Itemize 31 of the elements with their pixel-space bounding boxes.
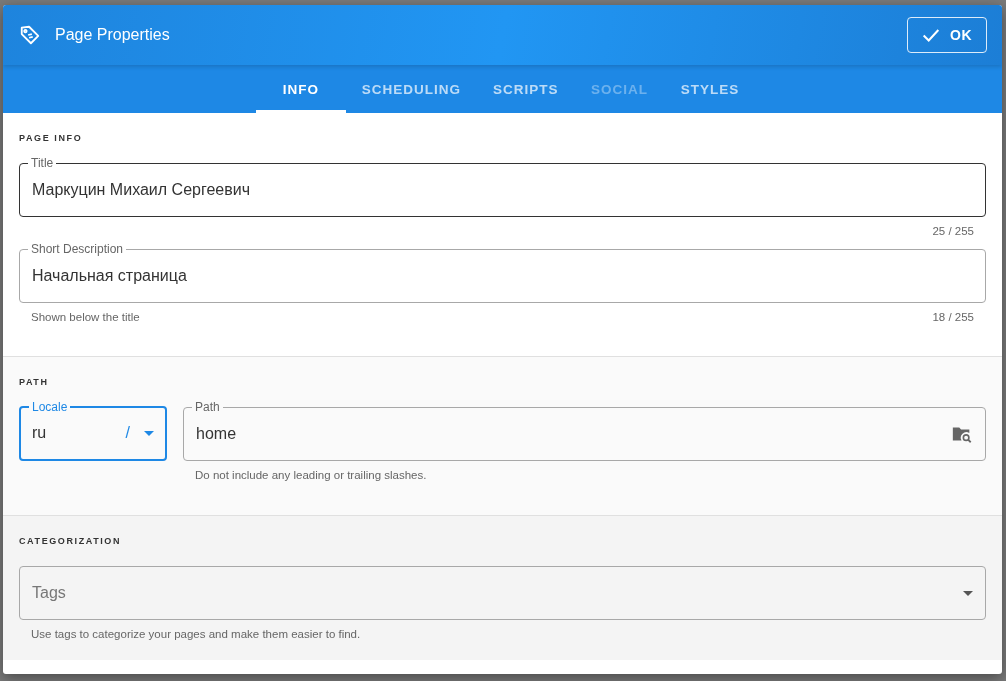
hint-text: Do not include any leading or trailing slashes. [195, 469, 427, 483]
field-label: Title [30, 156, 55, 170]
field-label: Short Description [30, 242, 125, 256]
ok-button[interactable]: OK [907, 17, 987, 53]
tab[interactable]: STYLES [664, 65, 756, 113]
hint-text: Shown below the title [31, 311, 140, 325]
input-field[interactable]: Title Маркуцин Михаил Сергеевич [19, 156, 986, 217]
section-heading: PAGE INFO [19, 133, 84, 143]
input-field[interactable]: Short Description Начальная страница [19, 242, 986, 303]
section-heading: CATEGORIZATION [19, 536, 123, 546]
field-placeholder: Tags [32, 584, 67, 602]
field-label: Locale [31, 400, 69, 414]
caret-icon [144, 430, 154, 436]
character-counter: 25 / 255 [932, 225, 974, 239]
section-heading: PATH [19, 377, 50, 387]
caret-icon [963, 590, 973, 596]
field-value: home [196, 424, 238, 443]
tag-icon [19, 24, 41, 46]
field-value: ru [32, 424, 48, 442]
field-value: Маркуцин Михаил Сергеевич [32, 180, 251, 199]
field-value: Начальная страница [32, 266, 188, 285]
character-counter: 18 / 255 [932, 311, 974, 325]
field-suffix: / [125, 424, 130, 442]
dialog-title: Page Properties [55, 26, 171, 44]
input-field[interactable]: Path home [183, 400, 986, 461]
tab[interactable]: SCRIPTS [477, 65, 575, 113]
hint-text: Use tags to categorize your pages and make them easier to find. [31, 628, 361, 642]
select-field[interactable]: Tags [19, 566, 986, 620]
select-field[interactable]: Locale ru / [19, 400, 167, 461]
tab[interactable]: SCHEDULING [345, 65, 478, 113]
field-label: Path [194, 400, 221, 414]
